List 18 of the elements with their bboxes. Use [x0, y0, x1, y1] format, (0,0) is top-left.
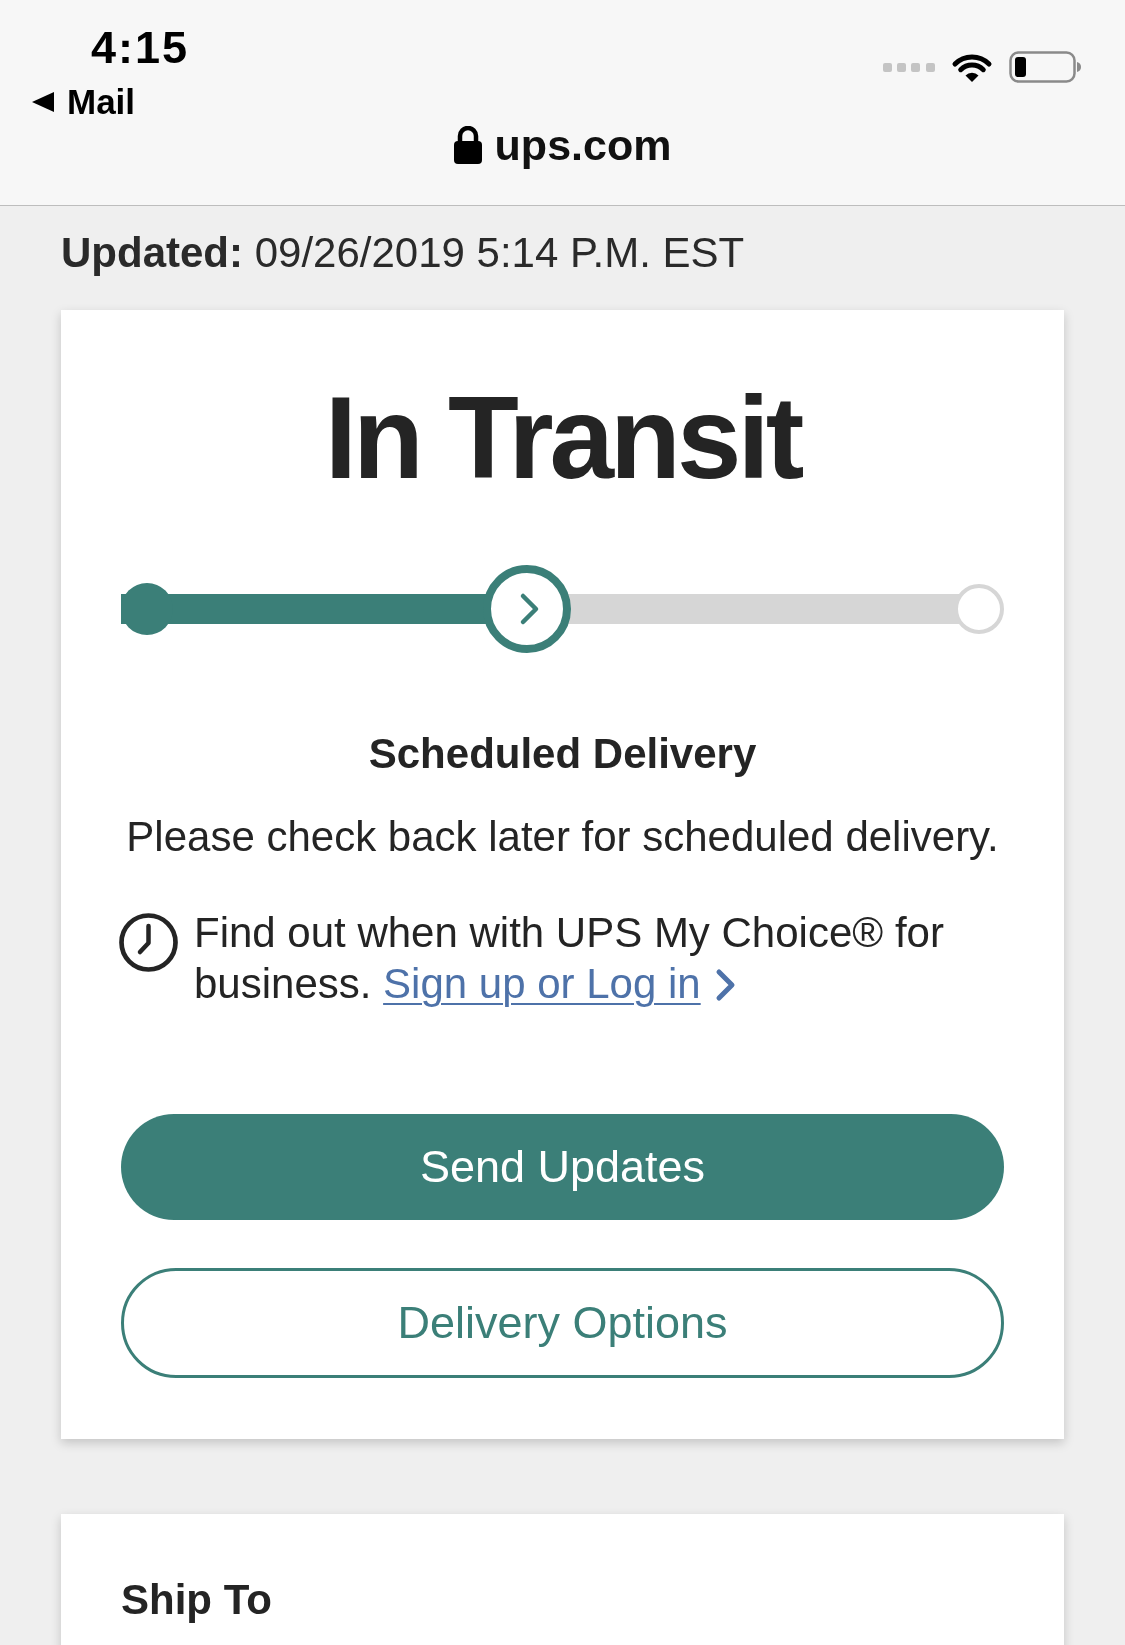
status-time: 4:15: [91, 25, 190, 71]
chevron-right-icon: [714, 968, 736, 1002]
triangle-left-icon: [32, 92, 54, 112]
my-choice-text: Find out when with UPS My Choice® for business. Sign up or Log in: [194, 908, 945, 1009]
outline-button[interactable]: Delivery Options: [121, 1268, 1004, 1378]
battery-icon: [1009, 51, 1082, 83]
chevron-ring-icon: [483, 565, 572, 653]
status-heading: In Transit: [323, 378, 802, 498]
clock-icon: [119, 913, 178, 972]
back-link[interactable]: Mail: [32, 84, 136, 120]
primary-button[interactable]: Send Updates: [121, 1114, 1004, 1220]
address-url: ups.com: [494, 120, 672, 170]
updated-timestamp: Updated: 09/26/2019 5:14 P.M. EST: [60, 228, 746, 278]
delivery-message: Please check back later for scheduled delivery.: [125, 813, 1000, 861]
signal-dots-icon: [883, 62, 935, 72]
ship-to-heading: Ship To: [121, 1575, 273, 1625]
sign-up-link[interactable]: Sign up or Log in: [383, 960, 736, 1007]
section-title: Scheduled Delivery: [367, 730, 758, 778]
